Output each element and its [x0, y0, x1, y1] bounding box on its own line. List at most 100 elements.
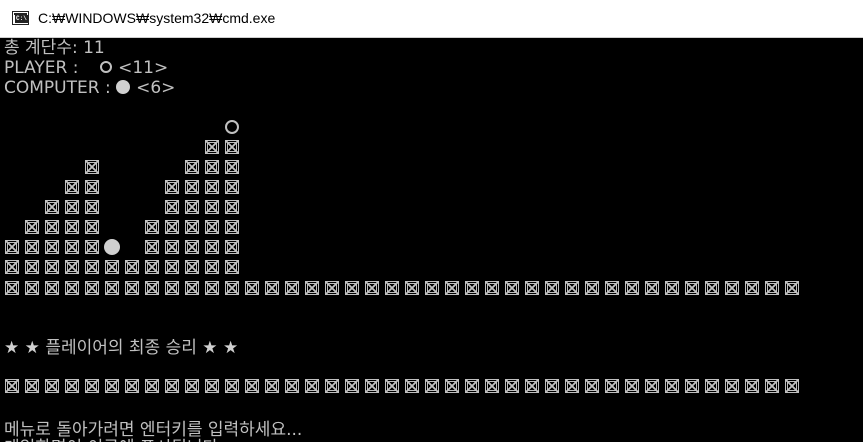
divider-block — [485, 281, 499, 295]
stair-block — [65, 240, 79, 254]
divider-block — [785, 379, 799, 393]
divider-block — [445, 281, 459, 295]
stair-block — [225, 160, 239, 174]
divider-block — [765, 281, 779, 295]
divider-block — [365, 379, 379, 393]
stair-block — [165, 240, 179, 254]
stair-base-block — [5, 260, 19, 274]
divider-block — [345, 379, 359, 393]
divider-block — [265, 281, 279, 295]
player-label: PLAYER : — [4, 58, 79, 78]
stair-block — [225, 220, 239, 234]
divider-block — [305, 379, 319, 393]
divider-block — [345, 281, 359, 295]
stair-block — [85, 220, 99, 234]
divider-block — [525, 281, 539, 295]
computer-line: COMPUTER : <6> — [4, 78, 175, 98]
stair-block — [45, 200, 59, 214]
divider-block — [205, 379, 219, 393]
computer-label: COMPUTER : — [4, 78, 111, 98]
divider-block — [305, 281, 319, 295]
title-bar[interactable]: C:\ C:₩WINDOWS₩system32₩cmd.exe — [0, 0, 863, 38]
divider-block — [25, 379, 39, 393]
stair-block — [65, 220, 79, 234]
divider-block — [145, 379, 159, 393]
divider-block — [385, 379, 399, 393]
star-icon: ★ — [4, 338, 20, 358]
stair-block — [205, 220, 219, 234]
divider-block — [225, 379, 239, 393]
divider-block — [245, 281, 259, 295]
star-icon: ★ — [222, 338, 239, 358]
cmd-icon: C:\ — [12, 11, 29, 25]
stair-block — [85, 200, 99, 214]
divider-block — [465, 281, 479, 295]
divider-block — [565, 281, 579, 295]
divider-block — [165, 379, 179, 393]
divider-block — [385, 281, 399, 295]
stair-block — [185, 200, 199, 214]
stair-block — [85, 180, 99, 194]
stair-block — [145, 240, 159, 254]
divider-block — [5, 281, 19, 295]
divider-block — [685, 379, 699, 393]
divider-block — [725, 281, 739, 295]
divider-block — [745, 281, 759, 295]
stair-block — [205, 240, 219, 254]
stair-block — [185, 220, 199, 234]
divider-block — [265, 379, 279, 393]
stair-block — [25, 220, 39, 234]
divider-block — [605, 379, 619, 393]
stair-base-block — [145, 260, 159, 274]
stair-block — [185, 160, 199, 174]
stair-block — [205, 140, 219, 154]
gray-circle-icon — [116, 79, 131, 94]
stair-block — [5, 240, 19, 254]
divider-block — [725, 379, 739, 393]
stair-block — [185, 240, 199, 254]
divider-block — [65, 379, 79, 393]
divider-block — [505, 281, 519, 295]
divider-block — [605, 281, 619, 295]
stair-block — [165, 180, 179, 194]
stair-base-block — [25, 260, 39, 274]
partial-line: 게임화면이 이곳에 표시됩니다 — [4, 438, 218, 442]
stair-block — [225, 180, 239, 194]
stair-base-block — [65, 260, 79, 274]
divider-block — [45, 379, 59, 393]
divider-block — [525, 379, 539, 393]
divider-block — [185, 379, 199, 393]
stair-block — [145, 220, 159, 234]
divider-block — [545, 379, 559, 393]
stair-block — [205, 180, 219, 194]
divider-block — [125, 281, 139, 295]
white-circle-icon — [100, 60, 113, 73]
prompt-line: 메뉴로 돌아가려면 엔터키를 입력하세요... — [4, 420, 303, 440]
player-value: <11> — [118, 58, 169, 78]
divider-block — [565, 379, 579, 393]
total-rows-line: 총 계단수: 11 — [4, 38, 105, 58]
stair-block — [65, 180, 79, 194]
divider-block — [285, 281, 299, 295]
divider-block — [185, 281, 199, 295]
stair-block — [85, 240, 99, 254]
divider-block — [685, 281, 699, 295]
cmd-window: C:\ C:₩WINDOWS₩system32₩cmd.exe 총 계단수: 1… — [0, 0, 863, 442]
divider-block — [145, 281, 159, 295]
divider-block — [645, 281, 659, 295]
stair-block — [205, 160, 219, 174]
stair-block — [25, 240, 39, 254]
stair-block — [225, 200, 239, 214]
player-stone-icon — [225, 120, 239, 134]
stair-block — [65, 200, 79, 214]
stair-block — [185, 180, 199, 194]
console-output[interactable]: 총 계단수: 11 PLAYER : <11> COMPUTER : <6> ★… — [0, 38, 863, 442]
divider-block — [405, 281, 419, 295]
stair-block — [225, 240, 239, 254]
stair-base-block — [185, 260, 199, 274]
stair-base-block — [125, 260, 139, 274]
divider-block — [45, 281, 59, 295]
stair-base-block — [225, 260, 239, 274]
divider-block — [705, 379, 719, 393]
win-message: 플레이어의 최종 승리 — [45, 338, 197, 358]
